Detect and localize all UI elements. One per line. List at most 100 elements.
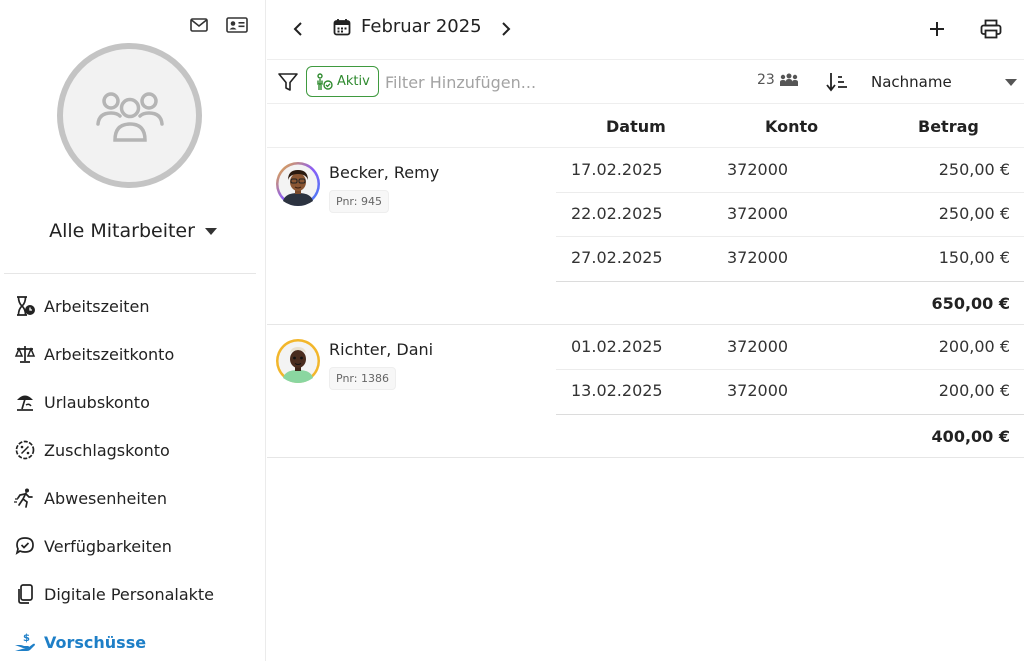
- app: Alle Mitarbeiter Arbeitszeiten Arbeitsze…: [0, 0, 1024, 661]
- entries: 01.02.2025 372000 200,00 € 13.02.2025 37…: [556, 326, 1024, 458]
- employee-info[interactable]: Richter, Dani Pnr: 1386: [275, 338, 433, 390]
- group-avatar: [57, 43, 202, 188]
- cell-konto: 372000: [727, 381, 789, 400]
- table-row[interactable]: 17.02.2025 372000 250,00 €: [556, 149, 1024, 193]
- employee-count: 23: [757, 72, 799, 88]
- sidebar-item-zuschlagskonto[interactable]: Zuschlagskonto: [0, 426, 266, 474]
- table-header: Datum Konto Betrag: [267, 105, 1024, 148]
- employee-info[interactable]: Becker, Remy Pnr: 945: [275, 161, 439, 213]
- cell-konto: 372000: [727, 248, 789, 267]
- entries: 17.02.2025 372000 250,00 € 22.02.2025 37…: [556, 149, 1024, 325]
- previous-month-button[interactable]: [285, 16, 311, 42]
- table-row[interactable]: 22.02.2025 372000 250,00 €: [556, 193, 1024, 237]
- total-row: 650,00 €: [556, 281, 1024, 325]
- add-button[interactable]: [924, 16, 950, 42]
- cell-datum: 27.02.2025: [571, 248, 663, 267]
- sort-field-select[interactable]: Nachname: [871, 69, 1019, 95]
- avatar: [275, 338, 321, 384]
- percent-badge-icon: [14, 439, 36, 461]
- sidebar-item-label: Verfügbarkeiten: [44, 536, 172, 556]
- cell-konto: 372000: [727, 160, 789, 179]
- table-row[interactable]: 01.02.2025 372000 200,00 €: [556, 326, 1024, 370]
- table-row[interactable]: 13.02.2025 372000 200,00 €: [556, 370, 1024, 414]
- sidebar-item-abwesenheiten[interactable]: Abwesenheiten: [0, 474, 266, 522]
- cell-konto: 372000: [727, 337, 789, 356]
- employee-group: Richter, Dani Pnr: 1386 01.02.2025 37200…: [267, 326, 1024, 458]
- chat-check-icon: [14, 535, 36, 557]
- hourglass-clock-icon: [14, 295, 36, 317]
- caret-down-icon: [204, 227, 217, 235]
- cell-betrag: 150,00 €: [938, 248, 1010, 267]
- column-header-konto[interactable]: Konto: [765, 117, 818, 136]
- sidebar: Alle Mitarbeiter Arbeitszeiten Arbeitsze…: [0, 0, 266, 661]
- print-button[interactable]: [978, 16, 1004, 42]
- personnel-number-badge: Pnr: 1386: [329, 367, 396, 390]
- sidebar-item-label: Vorschüsse: [44, 632, 147, 652]
- topbar: Februar 2025: [267, 0, 1024, 60]
- sidebar-item-personalakte[interactable]: Digitale Personalakte: [0, 570, 266, 618]
- chip-label: Aktiv: [337, 74, 370, 89]
- total-row: 400,00 €: [556, 414, 1024, 458]
- person-active-icon: [317, 72, 333, 90]
- caret-down-icon: [1005, 78, 1017, 86]
- sidebar-item-arbeitszeiten[interactable]: Arbeitszeiten: [0, 282, 266, 330]
- beach-umbrella-icon: [14, 391, 36, 413]
- sidebar-item-arbeitszeitkonto[interactable]: Arbeitszeitkonto: [0, 330, 266, 378]
- employee-name: Becker, Remy: [329, 163, 440, 182]
- sidebar-item-label: Urlaubskonto: [44, 392, 150, 412]
- cell-datum: 13.02.2025: [571, 381, 663, 400]
- avatar: [275, 161, 321, 207]
- people-group-icon: [779, 73, 798, 86]
- sidebar-item-label: Arbeitszeitkonto: [44, 344, 175, 364]
- personnel-number-badge: Pnr: 945: [329, 190, 389, 213]
- employee-group-select[interactable]: Alle Mitarbeiter: [0, 220, 266, 242]
- scale-icon: [14, 343, 36, 365]
- sidebar-item-verfuegbarkeiten[interactable]: Verfügbarkeiten: [0, 522, 266, 570]
- sidebar-item-label: Digitale Personalakte: [44, 584, 215, 604]
- main-panel: Februar 2025 Aktiv 23: [267, 0, 1024, 661]
- total-amount: 650,00 €: [931, 294, 1010, 313]
- active-filter-chip[interactable]: Aktiv: [306, 66, 379, 97]
- chevron-left-icon: [293, 22, 302, 36]
- employee-group: Becker, Remy Pnr: 945 17.02.2025 372000 …: [267, 149, 1024, 325]
- users-group-icon: [95, 91, 164, 142]
- calendar-icon: [333, 18, 351, 35]
- sidebar-item-vorschuesse[interactable]: $ Vorschüsse: [0, 618, 266, 661]
- cell-betrag: 250,00 €: [938, 204, 1010, 223]
- sort-direction-button[interactable]: [825, 70, 849, 94]
- next-month-button[interactable]: [493, 16, 519, 42]
- employee-group-label: Alle Mitarbeiter: [49, 220, 195, 242]
- employee-name: Richter, Dani: [329, 340, 434, 359]
- month-label: Februar 2025: [361, 16, 482, 37]
- sidebar-item-label: Arbeitszeiten: [44, 296, 150, 316]
- column-header-datum[interactable]: Datum: [606, 117, 666, 136]
- filter-bar: Aktiv 23 Nachname: [267, 61, 1024, 104]
- filter-input[interactable]: [385, 69, 725, 95]
- table-row[interactable]: 27.02.2025 372000 150,00 €: [556, 237, 1024, 281]
- month-picker[interactable]: Februar 2025: [333, 16, 482, 37]
- employee-count-value: 23: [757, 72, 775, 88]
- sidebar-item-urlaubskonto[interactable]: Urlaubskonto: [0, 378, 266, 426]
- hand-money-icon: $: [14, 631, 36, 653]
- cell-datum: 01.02.2025: [571, 337, 663, 356]
- contact-card-icon[interactable]: [225, 14, 249, 36]
- cell-datum: 22.02.2025: [571, 204, 663, 223]
- chevron-right-icon: [502, 22, 511, 36]
- printer-icon: [980, 19, 1002, 39]
- filter-icon[interactable]: [277, 71, 299, 93]
- cell-konto: 372000: [727, 204, 789, 223]
- total-amount: 400,00 €: [931, 427, 1010, 446]
- plus-icon: [930, 22, 944, 36]
- cell-betrag: 200,00 €: [938, 337, 1010, 356]
- svg-text:$: $: [23, 633, 30, 644]
- documents-icon: [14, 583, 36, 605]
- running-person-icon: [14, 487, 36, 509]
- sidebar-item-label: Abwesenheiten: [44, 488, 168, 508]
- divider: [4, 273, 256, 274]
- mail-icon[interactable]: [187, 14, 211, 36]
- sort-descending-icon: [826, 73, 847, 92]
- cell-betrag: 200,00 €: [938, 381, 1010, 400]
- cell-betrag: 250,00 €: [938, 160, 1010, 179]
- sidebar-item-label: Zuschlagskonto: [44, 440, 170, 460]
- column-header-betrag[interactable]: Betrag: [918, 117, 979, 136]
